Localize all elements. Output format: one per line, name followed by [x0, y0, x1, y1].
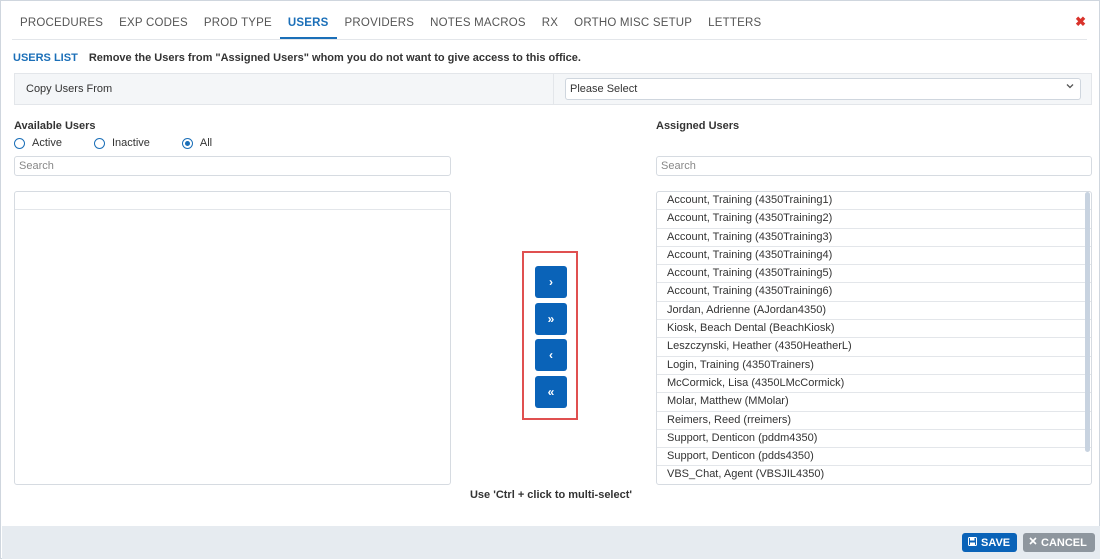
list-item[interactable]: Login, Training (4350Trainers): [657, 357, 1091, 375]
list-item[interactable]: Kiosk, Beach Dental (BeachKiosk): [657, 320, 1091, 339]
tab-providers[interactable]: PROVIDERS: [337, 9, 423, 39]
move-buttons-highlight: › » ‹ «: [522, 251, 578, 420]
tab-letters[interactable]: LETTERS: [700, 9, 769, 39]
users-list-title: USERS LIST: [13, 52, 78, 64]
assigned-users-list[interactable]: Account, Training (4350Training1) Accoun…: [656, 191, 1092, 485]
remove-all-button[interactable]: «: [535, 376, 567, 408]
tab-ortho-misc-setup[interactable]: ORTHO MISC SETUP: [566, 9, 700, 39]
remove-selected-button[interactable]: ‹: [535, 339, 567, 371]
tab-divider: [12, 39, 1087, 40]
list-item[interactable]: McCormick, Lisa (4350LMcCormick): [657, 375, 1091, 394]
list-item[interactable]: Molar, Matthew (MMolar): [657, 393, 1091, 412]
chevron-down-icon: [1066, 82, 1074, 92]
list-item[interactable]: Account, Training (4350Training4): [657, 247, 1091, 266]
cancel-label: CANCEL: [1041, 536, 1087, 549]
copy-users-label: Copy Users From: [26, 83, 113, 95]
list-item[interactable]: Account, Training (4350Training5): [657, 265, 1091, 284]
tab-users[interactable]: USERS: [279, 9, 337, 39]
available-users-title: Available Users: [14, 120, 96, 132]
modal-footer: SAVE CANCEL: [2, 526, 1100, 559]
multi-select-hint: Use 'Ctrl + click to multi-select': [469, 489, 633, 501]
filter-all-label: All: [199, 137, 213, 149]
list-item[interactable]: Support, Denticon (pdds4350): [657, 448, 1091, 467]
users-list-description: Remove the Users from "Assigned Users" w…: [88, 52, 581, 64]
list-item[interactable]: Jordan, Adrienne (AJordan4350): [657, 302, 1091, 321]
tab-exp-codes[interactable]: EXP CODES: [111, 9, 196, 39]
tab-notes-macros[interactable]: NOTES MACROS: [422, 9, 534, 39]
copy-row-divider: [553, 74, 554, 104]
available-list-header: [15, 192, 450, 210]
tab-procedures[interactable]: PROCEDURES: [12, 9, 111, 39]
save-label: SAVE: [981, 536, 1011, 549]
radio-active[interactable]: [14, 137, 25, 149]
copy-users-row: Copy Users From Please Select: [14, 73, 1092, 105]
add-all-button[interactable]: »: [535, 303, 567, 335]
copy-users-select-value: Please Select: [570, 83, 638, 95]
available-users-list[interactable]: [14, 191, 451, 485]
list-item[interactable]: Support, Denticon (pddm4350): [657, 430, 1091, 449]
filter-active[interactable]: Active: [14, 137, 62, 149]
cancel-button[interactable]: CANCEL: [1023, 533, 1095, 552]
list-item[interactable]: Account, Training (4350Training3): [657, 229, 1091, 247]
office-setup-modal: PROCEDURES EXP CODES PROD TYPE USERS PRO…: [0, 0, 1100, 559]
available-search-input[interactable]: [14, 156, 451, 176]
list-item[interactable]: Account, Training (4350Training6): [657, 283, 1091, 302]
users-list-header: USERS LIST Remove the Users from "Assign…: [13, 52, 581, 64]
assigned-list-scrollbar[interactable]: [1085, 192, 1090, 452]
user-status-filter: Active Inactive All: [14, 137, 244, 149]
list-item[interactable]: Reimers, Reed (rreimers): [657, 412, 1091, 430]
tab-rx[interactable]: RX: [534, 9, 566, 39]
assigned-users-title: Assigned Users: [656, 120, 740, 132]
copy-users-select[interactable]: Please Select: [565, 78, 1081, 100]
floppy-disk-icon: [968, 536, 977, 549]
tab-prod-type[interactable]: PROD TYPE: [196, 9, 280, 39]
list-item[interactable]: Account, Training (4350Training1): [657, 192, 1091, 211]
filter-inactive[interactable]: Inactive: [93, 137, 150, 149]
filter-inactive-label: Inactive: [111, 137, 150, 149]
list-item[interactable]: Account, Training (4350Training2): [657, 210, 1091, 229]
add-selected-button[interactable]: ›: [535, 266, 567, 298]
filter-active-label: Active: [32, 137, 62, 149]
close-icon[interactable]: ✖: [1075, 14, 1086, 30]
save-button[interactable]: SAVE: [962, 533, 1017, 552]
close-icon: [1029, 537, 1037, 548]
list-item[interactable]: VBS_Chat, Agent (VBSJIL4350): [657, 466, 1091, 484]
assigned-search-input[interactable]: [656, 156, 1092, 176]
radio-all[interactable]: [181, 137, 193, 149]
filter-all[interactable]: All: [181, 137, 213, 149]
list-item[interactable]: Leszczynski, Heather (4350HeatherL): [657, 338, 1091, 357]
radio-inactive[interactable]: [93, 137, 105, 149]
tab-bar: PROCEDURES EXP CODES PROD TYPE USERS PRO…: [12, 9, 769, 39]
